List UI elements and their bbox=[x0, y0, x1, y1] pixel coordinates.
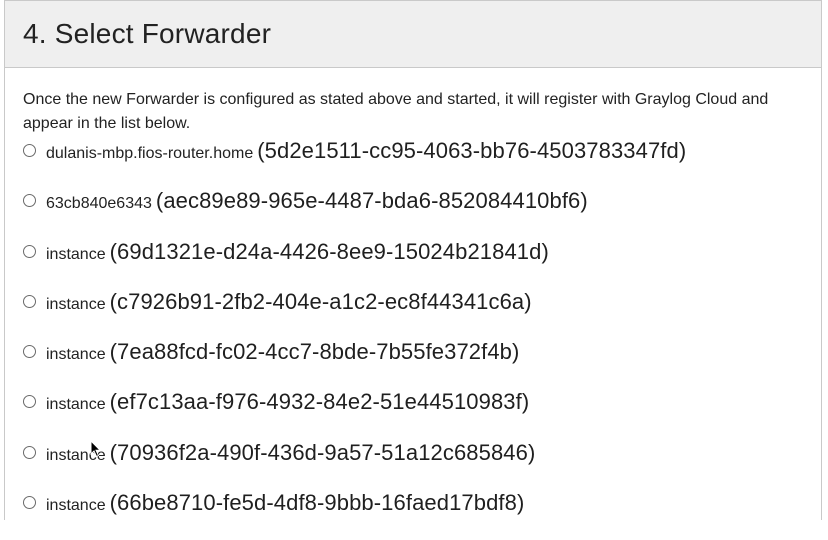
panel-description: Once the new Forwarder is configured as … bbox=[23, 91, 769, 132]
forwarder-radio[interactable] bbox=[23, 294, 36, 308]
forwarder-option[interactable]: instance (70936f2a-490f-436d-9a57-51a12c… bbox=[23, 440, 803, 490]
forwarder-list: dulanis-mbp.fios-router.home (5d2e1511-c… bbox=[23, 138, 803, 540]
forwarder-radio[interactable] bbox=[23, 395, 36, 409]
forwarder-radio[interactable] bbox=[23, 244, 36, 258]
forwarder-label[interactable]: instance (ef7c13aa-f976-4932-84e2-51e445… bbox=[46, 389, 529, 415]
select-forwarder-panel: 4. Select Forwarder Once the new Forward… bbox=[4, 0, 822, 520]
forwarder-host: instance bbox=[46, 346, 106, 364]
forwarder-label[interactable]: instance (c7926b91-2fb2-404e-a1c2-ec8f44… bbox=[46, 289, 532, 315]
forwarder-id: (ef7c13aa-f976-4932-84e2-51e44510983f) bbox=[109, 389, 530, 415]
forwarder-host: 63cb840e6343 bbox=[46, 195, 152, 213]
forwarder-id: (69d1321e-d24a-4426-8ee9-15024b21841d) bbox=[109, 238, 549, 264]
forwarder-radio[interactable] bbox=[23, 144, 36, 157]
forwarder-label[interactable]: instance (70936f2a-490f-436d-9a57-51a12c… bbox=[46, 440, 535, 466]
forwarder-option[interactable]: instance (c7926b91-2fb2-404e-a1c2-ec8f44… bbox=[23, 289, 803, 339]
forwarder-radio[interactable] bbox=[23, 345, 36, 359]
forwarder-option[interactable]: 63cb840e6343 (aec89e89-965e-4487-bda6-85… bbox=[23, 188, 803, 238]
forwarder-id: (5d2e1511-cc95-4063-bb76-4503783347fd) bbox=[257, 138, 687, 163]
forwarder-label[interactable]: 63cb840e6343 (aec89e89-965e-4487-bda6-85… bbox=[46, 188, 588, 214]
forwarder-id: (7ea88fcd-fc02-4cc7-8bde-7b55fe372f4b) bbox=[109, 339, 520, 365]
panel-body: Once the new Forwarder is configured as … bbox=[5, 68, 821, 540]
forwarder-label[interactable]: instance (7ea88fcd-fc02-4cc7-8bde-7b55fe… bbox=[46, 339, 519, 365]
forwarder-option[interactable]: dulanis-mbp.fios-router.home (5d2e1511-c… bbox=[23, 138, 803, 188]
forwarder-option[interactable]: instance (66be8710-fe5d-4df8-9bbb-16faed… bbox=[23, 490, 803, 540]
forwarder-host: instance bbox=[46, 245, 106, 263]
panel-title: 4. Select Forwarder bbox=[23, 18, 272, 49]
forwarder-id: (70936f2a-490f-436d-9a57-51a12c685846) bbox=[109, 439, 536, 465]
panel-header: 4. Select Forwarder bbox=[5, 1, 821, 68]
forwarder-id: (aec89e89-965e-4487-bda6-852084410bf6) bbox=[155, 188, 588, 214]
forwarder-host: instance bbox=[46, 396, 106, 414]
forwarder-label[interactable]: dulanis-mbp.fios-router.home (5d2e1511-c… bbox=[46, 138, 686, 164]
forwarder-radio[interactable] bbox=[23, 496, 36, 510]
forwarder-id: (c7926b91-2fb2-404e-a1c2-ec8f44341c6a) bbox=[109, 288, 532, 314]
forwarder-host: instance bbox=[46, 497, 106, 515]
forwarder-radio[interactable] bbox=[23, 445, 36, 459]
forwarder-option[interactable]: instance (7ea88fcd-fc02-4cc7-8bde-7b55fe… bbox=[23, 339, 803, 389]
forwarder-radio[interactable] bbox=[23, 194, 36, 208]
forwarder-host: dulanis-mbp.fios-router.home bbox=[46, 145, 254, 162]
forwarder-label[interactable]: instance (66be8710-fe5d-4df8-9bbb-16faed… bbox=[46, 490, 524, 516]
forwarder-option[interactable]: instance (69d1321e-d24a-4426-8ee9-15024b… bbox=[23, 239, 803, 289]
forwarder-id: (66be8710-fe5d-4df8-9bbb-16faed17bdf8) bbox=[109, 490, 525, 516]
forwarder-option[interactable]: instance (ef7c13aa-f976-4932-84e2-51e445… bbox=[23, 389, 803, 439]
mouse-cursor-icon bbox=[90, 440, 102, 458]
forwarder-host: instance bbox=[46, 295, 106, 313]
forwarder-label[interactable]: instance (69d1321e-d24a-4426-8ee9-15024b… bbox=[46, 239, 549, 265]
